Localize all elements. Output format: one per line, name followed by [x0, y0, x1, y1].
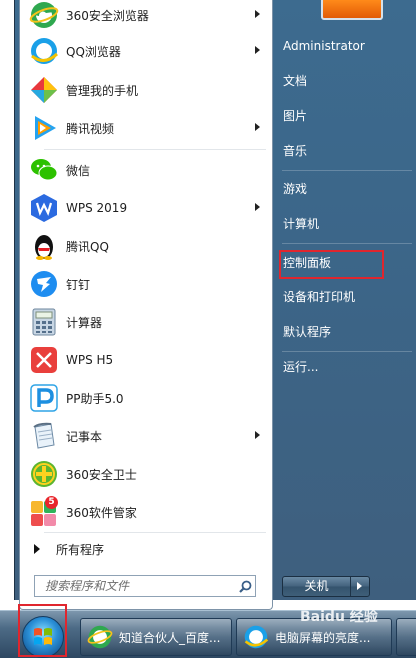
separator — [44, 532, 266, 533]
program-item-label: 360软件管家 — [66, 505, 137, 520]
notepad-icon — [29, 421, 59, 451]
search-input[interactable] — [35, 576, 235, 596]
taskbar-item-label: 电脑屏幕的亮度... — [275, 630, 371, 645]
program-item-label: 计算器 — [66, 315, 103, 330]
user-account-link[interactable]: Administrator — [283, 35, 393, 57]
program-item-label: 360安全浏览器 — [66, 8, 149, 23]
program-item-pp-assistant[interactable]: PP助手5.0 — [24, 380, 270, 416]
program-item-360-safe[interactable]: 360安全卫士 — [24, 456, 270, 492]
highlight-box — [279, 250, 384, 279]
program-item-label: 360安全卫士 — [66, 467, 137, 482]
program-item-label: 钉钉 — [66, 277, 91, 292]
program-item-wechat[interactable]: 微信 — [24, 152, 270, 188]
program-item-label: WPS 2019 — [66, 201, 128, 215]
program-item-calculator[interactable]: 计算器 — [24, 304, 270, 340]
submenu-arrow-icon — [255, 10, 260, 18]
program-item-wps-2019[interactable]: WPS 2019 — [24, 190, 270, 226]
program-item-360-software-manager[interactable]: 5 360软件管家 — [24, 494, 270, 530]
taskbar-item-partial[interactable] — [396, 618, 416, 656]
program-item-label: QQ浏览器 — [66, 44, 121, 59]
computer-link[interactable]: 计算机 — [283, 213, 393, 235]
qq-browser-icon — [29, 36, 59, 66]
program-item-label: WPS H5 — [66, 353, 114, 367]
wechat-icon — [29, 155, 59, 185]
shutdown-options-arrow-icon[interactable] — [351, 577, 369, 596]
all-programs-label: 所有程序 — [56, 542, 105, 557]
notification-badge: 5 — [45, 496, 58, 509]
phone-manager-icon — [29, 75, 59, 105]
360-browser-icon — [29, 0, 59, 30]
search-icon[interactable] — [235, 576, 255, 596]
all-programs-button[interactable]: 所有程序 — [28, 538, 260, 560]
expand-arrow-icon — [34, 544, 40, 554]
pictures-link[interactable]: 图片 — [283, 105, 393, 127]
submenu-arrow-icon — [255, 431, 260, 439]
user-picture[interactable] — [321, 0, 383, 20]
calculator-icon — [29, 307, 59, 337]
qq-browser-icon — [243, 624, 269, 650]
shutdown-button[interactable]: 关机 — [282, 576, 370, 597]
360-software-manager-icon: 5 — [29, 496, 59, 527]
dingtalk-icon — [29, 269, 59, 299]
documents-link[interactable]: 文档 — [283, 70, 393, 92]
program-item-label: 记事本 — [66, 429, 103, 444]
games-link[interactable]: 游戏 — [283, 178, 393, 200]
watermark: Baidu 经验 — [300, 609, 378, 625]
program-item-label: 腾讯QQ — [66, 239, 109, 254]
submenu-arrow-icon — [255, 123, 260, 131]
music-link[interactable]: 音乐 — [283, 140, 393, 162]
separator — [44, 149, 266, 150]
taskbar-item-baidu-browser[interactable]: 知道合伙人_百度... — [80, 618, 232, 656]
360-browser-icon — [87, 624, 113, 650]
run-link[interactable]: 运行... — [283, 356, 393, 378]
pp-assistant-icon — [29, 383, 59, 413]
program-item-label: PP助手5.0 — [66, 391, 124, 406]
submenu-arrow-icon — [255, 46, 260, 54]
program-item-dingtalk[interactable]: 钉钉 — [24, 266, 270, 302]
program-item-qq-browser[interactable]: QQ浏览器 — [24, 33, 270, 69]
default-programs-link[interactable]: 默认程序 — [283, 321, 393, 343]
qq-penguin-icon — [29, 231, 59, 261]
screen: 360安全浏览器 QQ浏览器 管理我的手机 腾讯视频 微信 WPS 2019 腾… — [0, 0, 416, 658]
submenu-arrow-icon — [255, 203, 260, 211]
program-item-label: 腾讯视频 — [66, 121, 115, 136]
separator — [282, 351, 412, 352]
360-safe-icon — [29, 459, 59, 489]
program-item-tencent-video[interactable]: 腾讯视频 — [24, 110, 270, 146]
search-box[interactable] — [34, 575, 256, 597]
program-item-phone-manager[interactable]: 管理我的手机 — [24, 72, 270, 108]
highlight-box — [18, 604, 67, 657]
separator — [282, 243, 412, 244]
program-item-wps-h5[interactable]: WPS H5 — [24, 342, 270, 378]
wps-icon — [29, 193, 59, 223]
shutdown-label: 关机 — [283, 577, 351, 596]
program-item-label: 微信 — [66, 163, 91, 178]
taskbar-item-label: 知道合伙人_百度... — [119, 630, 221, 645]
program-item-tencent-qq[interactable]: 腾讯QQ — [24, 228, 270, 264]
program-list-pane: 360安全浏览器 QQ浏览器 管理我的手机 腾讯视频 微信 WPS 2019 腾… — [19, 0, 273, 610]
separator — [282, 170, 412, 171]
program-item-label: 管理我的手机 — [66, 83, 139, 98]
wps-h5-icon — [29, 345, 59, 375]
program-item-360-browser[interactable]: 360安全浏览器 — [24, 0, 270, 33]
devices-and-printers-link[interactable]: 设备和打印机 — [283, 286, 393, 308]
program-item-notepad[interactable]: 记事本 — [24, 418, 270, 454]
tencent-video-icon — [29, 113, 59, 143]
